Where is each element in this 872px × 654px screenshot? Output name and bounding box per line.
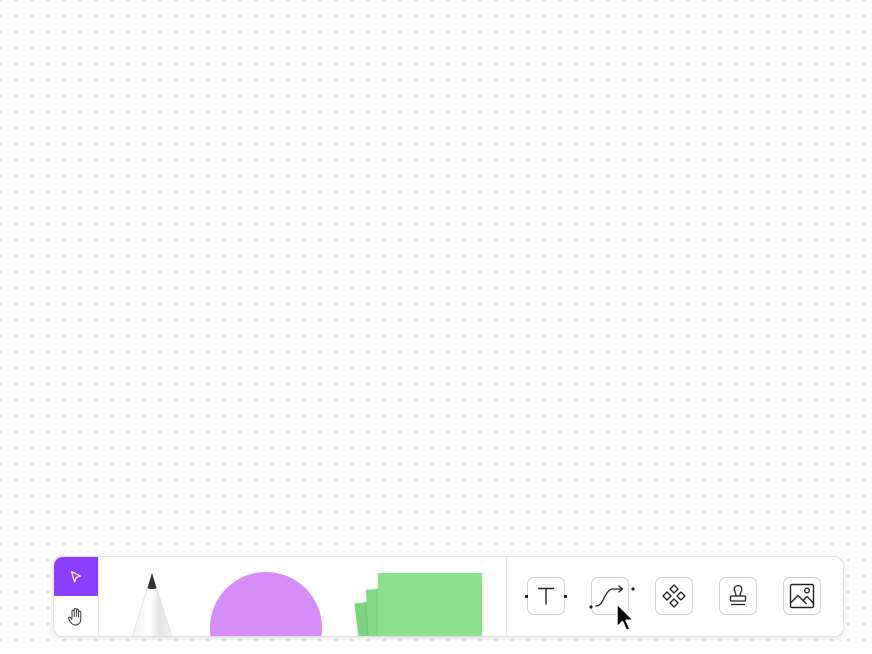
connector-curve-icon <box>589 585 635 609</box>
sticky-note-tool-button[interactable] <box>354 571 484 636</box>
creation-tools <box>99 557 507 636</box>
select-tool-button[interactable] <box>54 557 98 596</box>
text-t-icon <box>537 587 555 605</box>
bottom-toolbar <box>53 556 844 637</box>
pointer-arrow-icon <box>70 570 82 583</box>
sticky-note-front <box>378 573 482 636</box>
components-diamonds-icon <box>662 584 686 608</box>
handle-dot <box>564 595 567 598</box>
pen-tool-button[interactable] <box>129 571 175 636</box>
stamp-icon <box>729 584 747 606</box>
shape-tool-button[interactable] <box>210 572 322 636</box>
components-tool-button[interactable] <box>655 577 693 615</box>
toolbar-divider <box>506 557 507 636</box>
connector-tool-button[interactable] <box>589 577 635 615</box>
navigation-tools <box>54 557 99 636</box>
text-tool-button[interactable] <box>525 577 567 615</box>
hand-tool-button[interactable] <box>54 597 98 636</box>
image-icon <box>789 583 815 609</box>
handle-dot <box>525 595 528 598</box>
hand-icon <box>68 607 82 625</box>
image-tool-button[interactable] <box>783 577 821 615</box>
pencil-icon <box>131 571 173 636</box>
stamp-tool-button[interactable] <box>719 577 757 615</box>
